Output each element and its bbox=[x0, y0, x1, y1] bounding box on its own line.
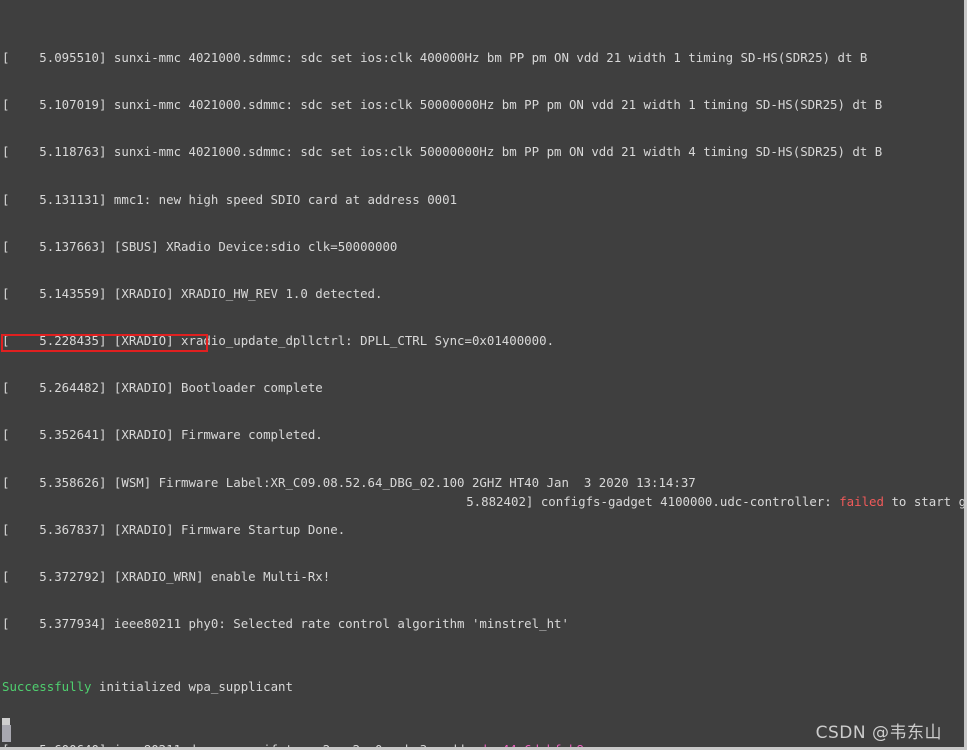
log-line: [ 5.095510] sunxi-mmc 4021000.sdmmc: sdc… bbox=[2, 50, 964, 66]
log-text: [ 5.118763] sunxi-mmc 4021000.sdmmc: sdc… bbox=[2, 144, 883, 160]
log-text: [ 5.377934] ieee80211 phy0: Selected rat… bbox=[2, 616, 569, 632]
log-line: [ 5.264482] [XRADIO] Bootloader complete bbox=[2, 380, 964, 396]
log-line-vif-open: [ 5.600640] ieee80211_do_open: vif_type=… bbox=[2, 741, 964, 750]
log-text: [ 5.131131] mmc1: new high speed SDIO ca… bbox=[2, 191, 458, 207]
log-line: [ 5.137663] [SBUS] XRadio Device:sdio cl… bbox=[2, 238, 964, 255]
watermark: CSDN @韦东山 bbox=[815, 723, 942, 744]
log-text: [ 5.372792] [XRADIO_WRN] enable Multi-Rx… bbox=[2, 568, 331, 584]
log-text: [ 5.352641] [XRADIO] Firmware completed. bbox=[2, 427, 323, 443]
log-line: [ 5.377934] ieee80211 phy0: Selected rat… bbox=[2, 616, 964, 632]
log-text: 5.882402] configfs-gadget 4100000.udc-co… bbox=[443, 493, 840, 509]
log-text: [ 5.107019] sunxi-mmc 4021000.sdmmc: sdc… bbox=[2, 97, 883, 113]
log-text: [ 5.264482] [XRADIO] Bootloader complete bbox=[2, 380, 323, 396]
log-text: [ 5.137663] [SBUS] XRadio Device:sdio cl… bbox=[2, 238, 398, 254]
terminal-window[interactable]: [ 5.095510] sunxi-mmc 4021000.sdmmc: sdc… bbox=[0, 0, 967, 750]
log-line-wpa-supplicant: Successfully initialized wpa_supplicant bbox=[2, 678, 964, 695]
log-text: [ 5.095510] sunxi-mmc 4021000.sdmmc: sdc… bbox=[2, 50, 868, 66]
log-line: [ 5.352641] [XRADIO] Firmware completed. bbox=[2, 427, 964, 443]
cursor-artifact bbox=[2, 718, 10, 725]
log-line: [ 5.118763] sunxi-mmc 4021000.sdmmc: sdc… bbox=[2, 144, 964, 160]
log-line: [ 5.143559] [XRADIO] XRADIO_HW_REV 1.0 d… bbox=[2, 285, 964, 302]
log-text: [ 5.600640] ieee80211_do_open: vif_type=… bbox=[2, 741, 480, 750]
log-line: [ 5.372792] [XRADIO_WRN] enable Multi-Rx… bbox=[2, 568, 964, 585]
log-text: [ 5.367837] [XRADIO] Firmware Startup Do… bbox=[2, 521, 346, 537]
log-line: [ 5.131131] mmc1: new high speed SDIO ca… bbox=[2, 191, 964, 208]
terminal-output: [ 5.095510] sunxi-mmc 4021000.sdmmc: sdc… bbox=[2, 3, 964, 750]
log-text: [ 5.143559] [XRADIO] XRADIO_HW_REV 1.0 d… bbox=[2, 285, 383, 301]
log-line: [ 5.107019] sunxi-mmc 4021000.sdmmc: sdc… bbox=[2, 97, 964, 113]
terminal-cursor[interactable] bbox=[2, 725, 11, 742]
status-success: Successfully bbox=[2, 678, 92, 694]
status-error: failed bbox=[839, 493, 884, 509]
mac-address: dc:44:6d:bf:b8:aa bbox=[479, 741, 607, 750]
log-line: [ 5.228435] [XRADIO] xradio_update_dpllc… bbox=[2, 333, 964, 349]
log-text: [ 5.228435] [XRADIO] xradio_update_dpllc… bbox=[2, 333, 555, 349]
log-line-configfs-gadget: 5.882402] configfs-gadget 4100000.udc-co… bbox=[414, 478, 967, 525]
log-text: to start g bbox=[883, 493, 967, 509]
log-text: initialized wpa_supplicant bbox=[91, 678, 293, 694]
